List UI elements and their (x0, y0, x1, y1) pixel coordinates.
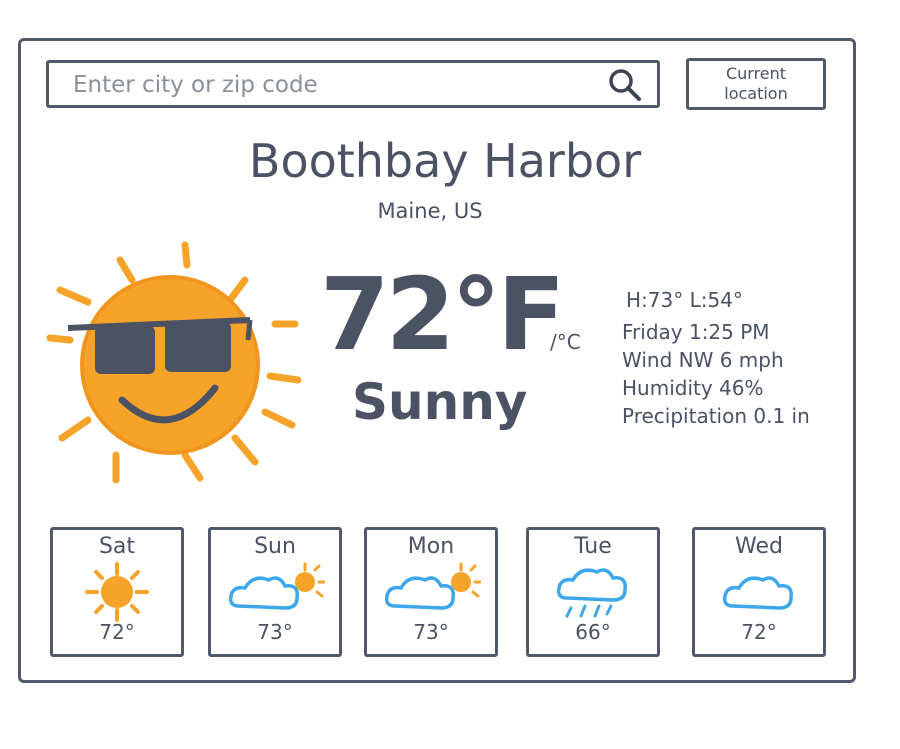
forecast-day: Sat (98, 534, 136, 559)
current-temperature: 72°F (320, 256, 565, 373)
forecast-day: Mon (407, 534, 455, 559)
forecast-temp: 73° (257, 620, 293, 644)
sun-with-sunglasses-icon (46, 241, 302, 484)
humidity: Humidity 46% (622, 376, 764, 400)
partly-cloudy-icon (384, 562, 481, 610)
partly-cloudy-icon (228, 562, 325, 610)
search-icon[interactable] (607, 67, 643, 103)
forecast-day: Sun (254, 534, 296, 559)
forecast-card-mon[interactable]: Mon 73° (364, 527, 498, 657)
forecast-temp: 72° (741, 620, 777, 644)
current-condition: Sunny (352, 373, 528, 431)
forecast-day: Tue (574, 534, 612, 559)
search-bar (46, 60, 660, 108)
precipitation: Precipitation 0.1 in (622, 404, 810, 428)
current-location-button[interactable]: Current location (686, 58, 826, 110)
cloud-icon (722, 576, 793, 610)
rain-cloud-icon (556, 568, 627, 618)
forecast-card-wed[interactable]: Wed 72° (692, 527, 826, 657)
region-name: Maine, US (377, 199, 483, 223)
forecast-temp: 66° (575, 620, 611, 644)
city-name: Boothbay Harbor (248, 134, 642, 188)
search-input[interactable] (71, 67, 595, 103)
forecast-card-sat[interactable]: Sat 72° (50, 527, 184, 657)
forecast-temp: 73° (413, 620, 449, 644)
forecast-card-sun[interactable]: Sun 73° (208, 527, 342, 657)
unit-toggle[interactable]: /°C (550, 330, 581, 354)
forecast-temp: 72° (99, 620, 135, 644)
current-location-label-line2: location (724, 84, 788, 103)
sun-icon (85, 562, 149, 622)
current-location-label-line1: Current (725, 64, 787, 83)
weather-details: H:73° L:54° Friday 1:25 PM Wind NW 6 mph… (622, 286, 810, 430)
wind: Wind NW 6 mph (622, 348, 784, 372)
high-low: H:73° L:54° (626, 288, 743, 312)
datetime: Friday 1:25 PM (622, 320, 770, 344)
forecast-day: Wed (735, 534, 783, 559)
forecast-card-tue[interactable]: Tue 66° (526, 527, 660, 657)
